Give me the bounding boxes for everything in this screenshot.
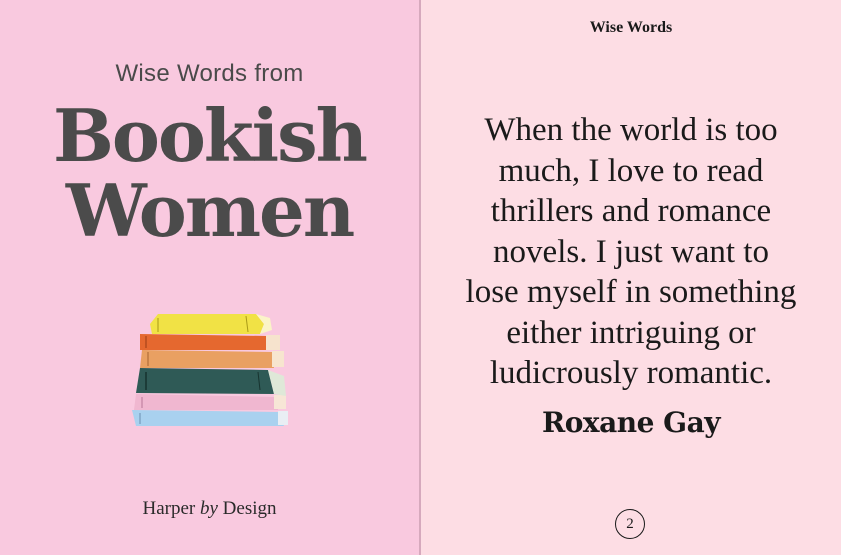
book-blue (132, 410, 288, 426)
publisher-name-2: Design (222, 498, 277, 519)
publisher-by: by (199, 498, 218, 519)
book-teal (136, 368, 286, 396)
quote-author: Roxane Gay (541, 406, 721, 439)
cover-title-line-1: Bookish (52, 93, 368, 178)
book-yellow (150, 314, 272, 334)
running-head: Wise Words (589, 19, 673, 36)
publisher-name-1: Harper (142, 498, 196, 519)
quote-line: novels. I just want to (493, 233, 769, 270)
publisher-imprint: Harper by Design (0, 498, 419, 520)
cover-title-line-2: Women (65, 168, 355, 253)
quote-line: thrillers and romance (490, 193, 772, 229)
quote-line: lose myself in something (465, 274, 797, 310)
quote-line: much, I love to read (498, 152, 764, 189)
quote-line: either intriguing or (506, 314, 756, 351)
cover-page: Wise Words from Bookish Women Harper by … (0, 0, 419, 555)
page-number: 2 (626, 515, 634, 532)
quote-line: When the world is too (484, 112, 778, 148)
cover-subtitle: Wise Words from (115, 60, 304, 87)
quote-page: Wise Words When the world is too much, I… (421, 0, 841, 555)
book-spread: Wise Words from Bookish Women Harper by … (0, 0, 841, 555)
quote-text: When the world is too much, I love to re… (421, 110, 841, 394)
quote-line: ludicrously romantic. (489, 355, 773, 391)
page-number-badge: 2 (615, 509, 645, 539)
stack-of-books-icon (132, 314, 288, 426)
book-pink (134, 394, 286, 410)
book-orange (140, 334, 280, 350)
book-peach (140, 350, 284, 368)
